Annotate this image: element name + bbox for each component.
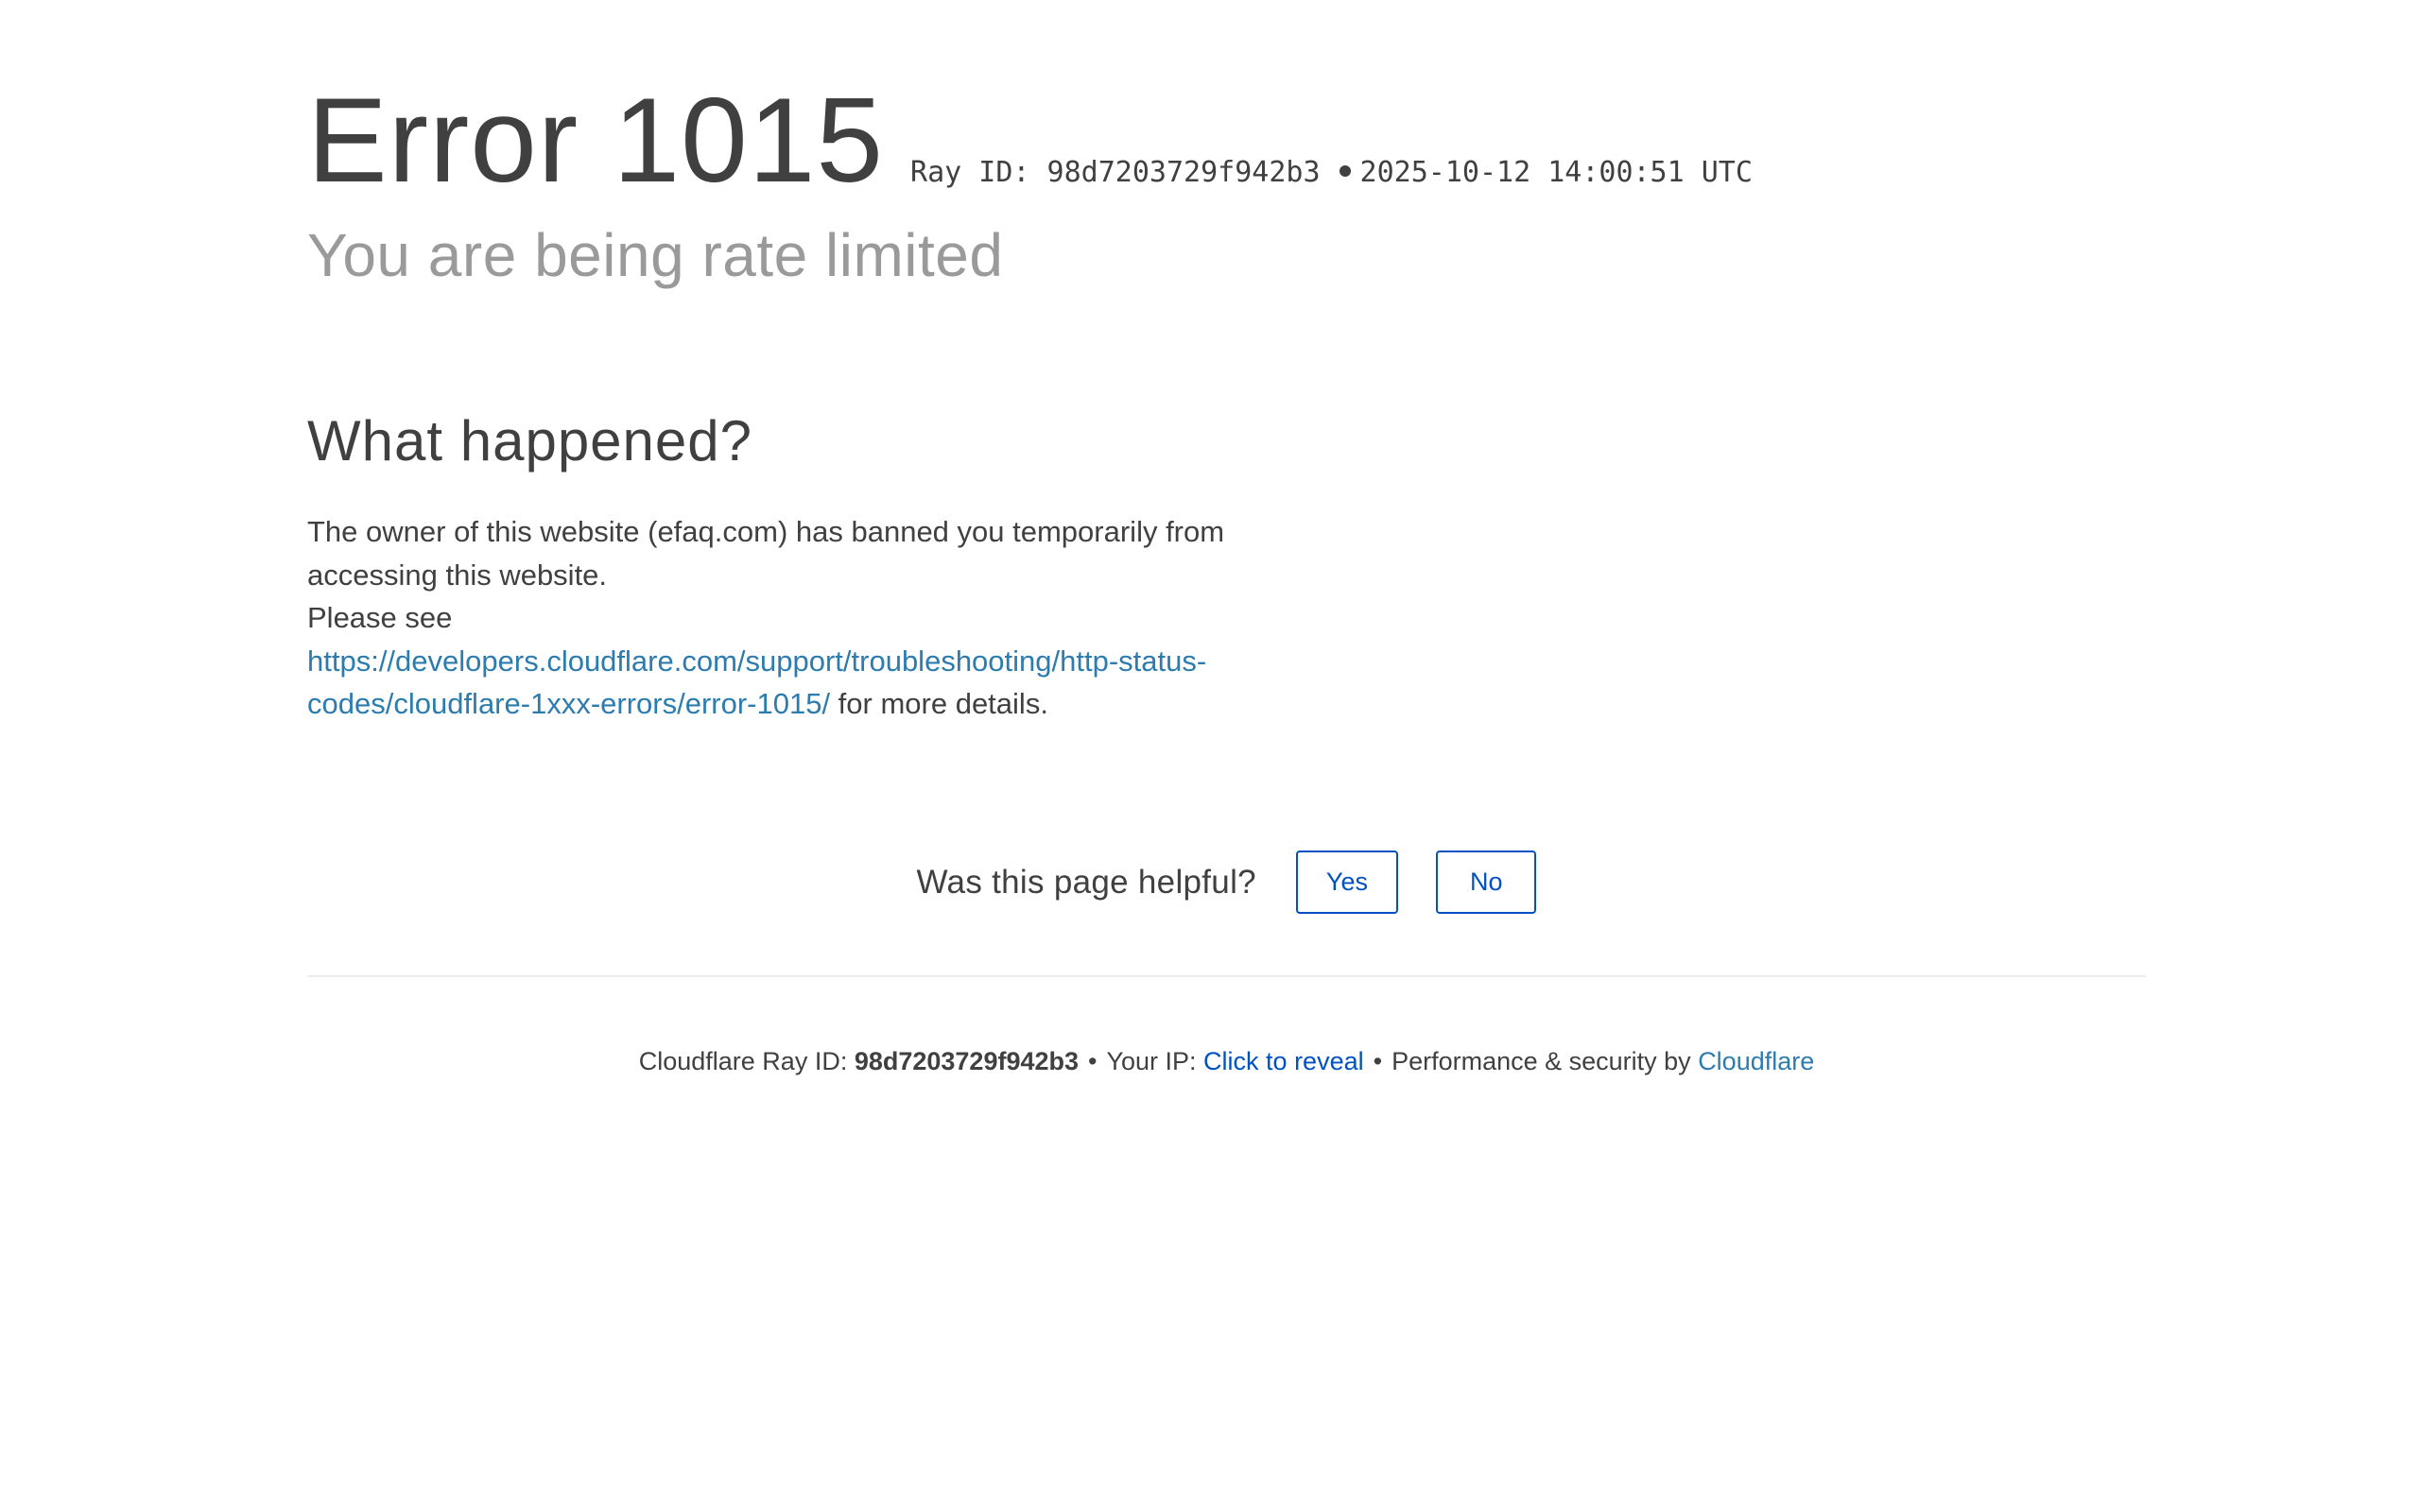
section-title: What happened?: [307, 409, 753, 472]
reveal-ip-button[interactable]: Click to reveal: [1203, 1047, 1364, 1075]
performance-text: Performance & security by: [1392, 1047, 1699, 1075]
error-title: Error 1015: [307, 73, 885, 207]
please-see-label: Please see: [307, 601, 453, 634]
footer-separator: •: [1373, 1047, 1383, 1075]
feedback-no-button[interactable]: No: [1435, 850, 1537, 914]
ban-explanation: The owner of this website (efaq.com) has…: [307, 515, 1225, 592]
footer-divider: [307, 975, 2146, 977]
feedback-bar: Was this page helpful? Yes No: [307, 850, 2146, 914]
footer: Cloudflare Ray ID: 98d7203729f942b3 • Your…: [307, 1047, 2146, 1076]
ray-meta: Ray ID: 98d7203729f942b3 2025-10-12 14:00…: [910, 156, 1753, 189]
feedback-question: Was this page helpful?: [916, 863, 1256, 901]
error-docs-link[interactable]: https://developers.cloudflare.com/suppor…: [307, 644, 1206, 721]
details-suffix: for more details.: [830, 687, 1048, 720]
ip-prefix: Your IP:: [1106, 1047, 1204, 1075]
details-line: https://developers.cloudflare.com/suppor…: [307, 640, 1253, 726]
footer-ray-id: 98d7203729f942b3: [854, 1047, 1080, 1075]
footer-separator: •: [1088, 1047, 1098, 1075]
error-subtitle: You are being rate limited: [307, 221, 1004, 289]
ray-id-prefix: Cloudflare Ray ID:: [638, 1047, 855, 1075]
cloudflare-link[interactable]: Cloudflare: [1698, 1047, 1814, 1075]
feedback-yes-button[interactable]: Yes: [1295, 850, 1398, 914]
what-happened-text: The owner of this website (efaq.com) has…: [307, 510, 1253, 726]
bullet-dot-icon: [1339, 164, 1351, 177]
ray-id-label: Ray ID: 98d7203729f942b3: [910, 156, 1321, 189]
timestamp: 2025-10-12 14:00:51 UTC: [1359, 156, 1753, 189]
error-header: Error 1015 Ray ID: 98d7203729f942b3 2025-…: [307, 80, 1753, 200]
